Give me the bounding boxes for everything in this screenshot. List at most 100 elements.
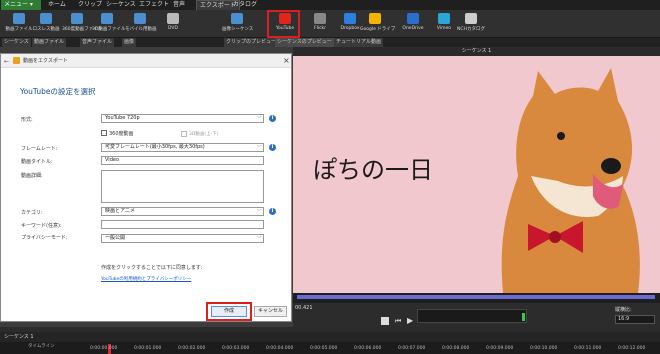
export-2-button[interactable]: 360度動画ファイル	[62, 12, 103, 36]
tab-sequence-preview[interactable]: シーケンスのプレビュー	[275, 38, 335, 47]
export-0-icon	[13, 13, 25, 24]
format-label: 形式:	[21, 117, 33, 123]
export-2-label: 360度動画ファイル	[62, 27, 103, 32]
export-5-label: DVD	[168, 26, 178, 31]
play-button[interactable]: ▶	[407, 316, 413, 325]
category-label: カテゴリ:	[21, 210, 43, 216]
export-10-icon	[369, 13, 381, 24]
export-1-label: ロスレス動画	[32, 27, 60, 32]
menu-button[interactable]: メニュー ▾	[1, 0, 41, 10]
export-0-label: 動画ファイル	[5, 27, 33, 32]
tab-sequence[interactable]: シーケンス	[106, 0, 136, 10]
close-icon[interactable]: ×	[283, 56, 290, 65]
timeline-tick-label: 0:00:01.000	[134, 346, 162, 351]
tab-home[interactable]: ホーム	[48, 0, 66, 10]
create-button[interactable]: 作成	[211, 306, 247, 317]
export-3-icon	[101, 13, 113, 24]
framerate-select[interactable]: 可変フレームレート(最小30fps, 最大30fps)	[101, 143, 264, 152]
audio-meter	[417, 309, 527, 323]
export-12-button[interactable]: Vimeo	[429, 12, 459, 36]
timecode-display: 00.421	[295, 305, 313, 311]
privacy-select[interactable]: 一般公開	[101, 234, 264, 243]
export-11-label: OneDrive	[402, 26, 424, 31]
video-title-input[interactable]: Video	[101, 156, 264, 165]
export-1-button[interactable]: ロスレス動画	[31, 12, 61, 36]
export-13-label: NCHカタログ	[457, 27, 485, 32]
export-4-icon	[134, 13, 146, 24]
sequence-preview: シーケンス 1 ぽちの一日	[293, 47, 660, 293]
dialog-titlebar: ← 動画をエクスポート ×	[1, 54, 291, 68]
tab-sequence-panel[interactable]: シーケンス	[2, 38, 32, 47]
timeline-tick-label: 0:00:09.000	[486, 346, 514, 351]
framerate-info-icon[interactable]: i	[269, 144, 276, 151]
agree-text: 作成をクリックすることで以下に同意します:	[101, 265, 203, 271]
sequence-tab-bar: シーケンス 1	[0, 332, 660, 342]
category-info-icon[interactable]: i	[269, 208, 276, 215]
export-4-label: モバイル用動画	[125, 27, 157, 32]
export-5-button[interactable]: DVD	[158, 12, 188, 36]
tab-audio-files[interactable]: 音声ファイル	[80, 38, 116, 47]
tos-link[interactable]: YouTubeの利用規約とプライバシーポリシー	[101, 276, 191, 282]
format-info-icon[interactable]: i	[269, 115, 276, 122]
export-10-button[interactable]: Google ドライブ	[360, 12, 395, 36]
overlay-title-text: ぽちの一日	[313, 156, 433, 184]
framerate-label: フレームレート:	[21, 146, 58, 152]
timeline-tick-label: 0:00:12.000	[618, 346, 646, 351]
export-8-icon	[314, 13, 326, 24]
keywords-input[interactable]	[101, 220, 264, 229]
meter-level	[522, 313, 525, 321]
stereo3d-checkbox[interactable]	[181, 131, 187, 137]
timeline-tick-label: 0:00:04.000	[266, 346, 294, 351]
aspect-ratio-select[interactable]: 16:9	[615, 315, 655, 324]
export-9-icon	[344, 13, 356, 24]
vr360-label: 360度動画	[109, 131, 134, 137]
vr360-checkbox[interactable]	[101, 130, 107, 136]
back-arrow-icon[interactable]: ←	[4, 58, 9, 65]
cancel-button[interactable]: キャンセル	[254, 306, 287, 317]
youtube-highlight-box	[267, 10, 300, 38]
export-2-icon	[71, 13, 83, 24]
export-11-button[interactable]: OneDrive	[398, 12, 428, 36]
export-6-label: 画像シーケンス	[222, 27, 254, 32]
tab-tutorial-videos[interactable]: チュートリアル動画	[334, 38, 384, 47]
video-title-label: 動画タイトル:	[21, 159, 53, 165]
aspect-ratio-label: 縦横比:	[615, 307, 632, 313]
tab-video-files[interactable]: 動画ファイル	[32, 38, 68, 47]
export-8-button[interactable]: Flickr	[305, 12, 335, 36]
export-video-dialog: ← 動画をエクスポート × YouTubeの設定を選択 形式: YouTube …	[0, 53, 292, 322]
format-select[interactable]: YouTube 720p	[101, 114, 264, 123]
export-6-icon	[231, 13, 243, 24]
preview-ruler	[293, 293, 660, 303]
timeline-tick-label: 0:00:11.000	[574, 346, 602, 351]
tab-audio[interactable]: 音声	[173, 0, 185, 10]
timeline-tick-label: 0:00:06.000	[354, 346, 382, 351]
tab-effect[interactable]: エフェクト	[139, 0, 169, 10]
export-11-icon	[407, 13, 419, 24]
export-13-button[interactable]: NCHカタログ	[456, 12, 486, 36]
timeline-tick-label: 0:00:00.000	[90, 346, 118, 351]
tab-images[interactable]: 画像	[122, 38, 138, 47]
video-description-label: 動画詳細:	[21, 173, 43, 179]
preview-scrubber-track[interactable]	[297, 295, 655, 299]
export-0-button[interactable]: 動画ファイル	[4, 12, 34, 36]
prev-frame-button[interactable]: ⏮	[395, 317, 401, 326]
stereo3d-label: 3D動画(上-下)	[189, 132, 219, 137]
export-3-button[interactable]: 3D動画ファイル	[92, 12, 125, 36]
tab-clip-preview[interactable]: クリップのプレビュー	[224, 38, 280, 47]
tab-clip[interactable]: クリップ	[78, 0, 102, 10]
stop-button[interactable]	[381, 317, 389, 325]
export-4-button[interactable]: モバイル用動画	[125, 12, 157, 36]
timeline-tick-label: 0:00:05.000	[310, 346, 338, 351]
export-6-button[interactable]: 画像シーケンス	[222, 12, 254, 36]
preview-header: シーケンス 1	[293, 47, 660, 56]
category-select[interactable]: 映画とアニメ	[101, 207, 264, 216]
keywords-label: キーワード(任意):	[21, 223, 62, 229]
export-8-label: Flickr	[313, 26, 327, 31]
timeline-tick-label: 0:00:03.000	[222, 346, 250, 351]
timeline-tick-label: 0:00:02.000	[178, 346, 206, 351]
export-12-label: Vimeo	[436, 26, 452, 31]
sequence-tab[interactable]: シーケンス 1	[4, 333, 34, 340]
video-description-textarea[interactable]	[101, 170, 264, 203]
transport-controls: 00.421 ⏮ ▶ ⏭ 縦横比: 16:9	[293, 303, 660, 327]
tab-catalog[interactable]: カタログ	[233, 0, 257, 10]
